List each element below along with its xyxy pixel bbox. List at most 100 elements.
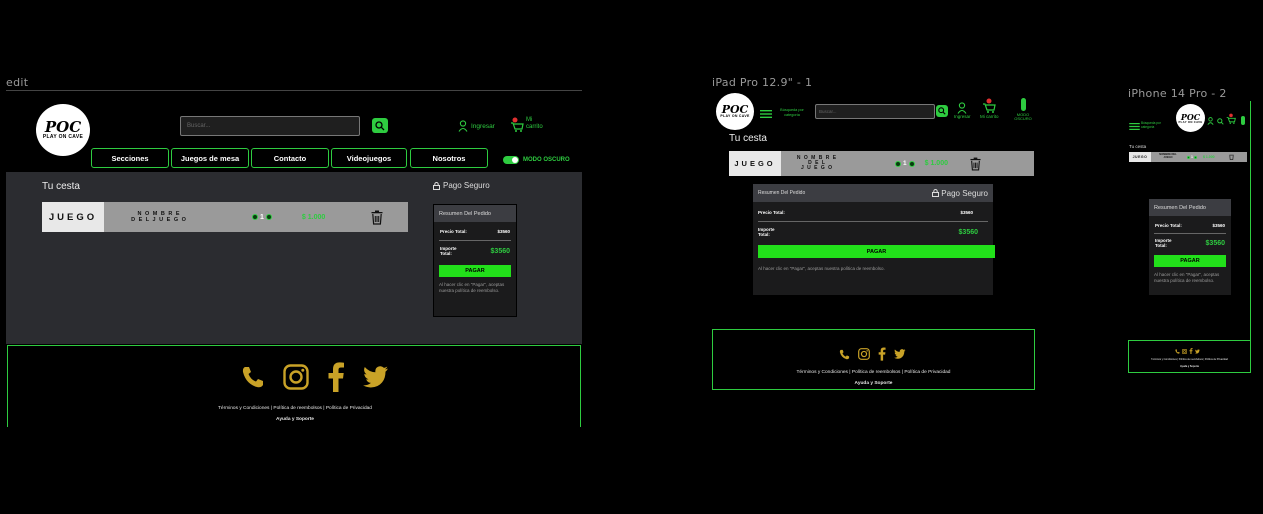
nav-videojuegos[interactable]: Videojuegos xyxy=(331,148,407,168)
nav-secciones[interactable]: Secciones xyxy=(91,148,169,168)
pay-button[interactable]: PAGAR xyxy=(439,265,511,277)
summary-title: Resumen Del Pedido xyxy=(1149,199,1231,216)
trash-icon[interactable] xyxy=(1228,154,1234,160)
summary-note: Al hacer clic en "Pagar", aceptas nuestr… xyxy=(1154,272,1220,284)
cart-title: Tu cesta xyxy=(42,181,80,192)
cart-title: Tu cesta xyxy=(729,133,767,144)
user-icon[interactable] xyxy=(1207,117,1214,125)
item-price: $ 1.000 xyxy=(301,213,326,221)
frame-label-iphone: iPhone 14 Pro - 2 xyxy=(1128,87,1227,100)
help-link[interactable]: Ayuda y Soporte xyxy=(713,381,1034,386)
refund-link[interactable]: Política de reembolsos xyxy=(1179,358,1203,361)
quantity-stepper[interactable]: 1 xyxy=(1187,155,1197,159)
social-icons xyxy=(241,362,389,392)
pay-button[interactable]: PAGAR xyxy=(758,245,995,258)
item-type: JUEGO xyxy=(42,202,104,232)
search-icon[interactable] xyxy=(1217,118,1224,125)
search-button[interactable] xyxy=(936,105,948,117)
cart-title: Tu cesta xyxy=(1129,144,1147,149)
footer-links: Términos y Condiciones | Política de ree… xyxy=(796,370,951,375)
trash-icon[interactable] xyxy=(970,157,981,171)
menu-icon[interactable] xyxy=(760,110,772,118)
nav-juegos-de-mesa[interactable]: Juegos de mesa xyxy=(171,148,249,168)
minus-button[interactable] xyxy=(1187,155,1190,159)
menu-icon[interactable] xyxy=(1129,123,1140,130)
summary-note: Al hacer clic en "Pagar", aceptas nuestr… xyxy=(758,266,885,271)
frame-label-ipad: iPad Pro 12.9" - 1 xyxy=(712,76,813,89)
privacy-link[interactable]: Política de Privacidad xyxy=(1205,358,1228,361)
search-input[interactable]: Buscar... xyxy=(180,116,360,136)
search-icon xyxy=(938,107,946,115)
dark-mode-toggle[interactable] xyxy=(503,156,519,164)
refund-link[interactable]: Política de reembolsos xyxy=(852,370,901,375)
instagram-icon[interactable] xyxy=(1182,348,1187,354)
cart-icon xyxy=(983,98,996,113)
search-button[interactable] xyxy=(372,118,388,133)
terms-link[interactable]: Términos y Condiciones xyxy=(1151,358,1177,361)
cart-link[interactable]: Mi carrito xyxy=(510,117,543,133)
terms-link[interactable]: Términos y Condiciones xyxy=(797,370,848,375)
pay-button[interactable]: PAGAR xyxy=(1154,255,1226,267)
logo[interactable]: POC PLAY ON CAVE xyxy=(716,93,754,130)
logo[interactable]: POC PLAY ON CAVE xyxy=(1176,104,1205,132)
instagram-icon[interactable] xyxy=(283,364,309,390)
item-price: $ 1.000 xyxy=(924,160,948,167)
cart-link[interactable]: Mi carrito xyxy=(980,98,999,119)
secure-payment: Pago Seguro xyxy=(433,181,490,190)
item-name: N O M B R E D E L J U E G O xyxy=(131,210,187,223)
search-by-category[interactable]: Búsqueda por categoría xyxy=(774,108,810,118)
summary-title: Resumen Del Pedido xyxy=(434,205,516,222)
twitter-icon[interactable] xyxy=(363,366,389,388)
cart-icon[interactable] xyxy=(1226,113,1236,125)
nav-nosotros[interactable]: Nosotros xyxy=(410,148,488,168)
social-icons xyxy=(1175,348,1200,354)
trash-icon[interactable] xyxy=(371,210,383,225)
phone-icon[interactable] xyxy=(839,349,850,360)
secure-payment: Pago Seguro xyxy=(932,189,988,198)
quantity-stepper[interactable]: 1 xyxy=(252,214,272,221)
item-price: $ 1.000 xyxy=(1202,155,1215,159)
search-by-category[interactable]: Búsqueda por categoría xyxy=(1141,121,1171,129)
phone-icon[interactable] xyxy=(241,365,265,389)
footer-links: Términos y Condiciones | Política de ree… xyxy=(218,406,372,411)
nav-contacto[interactable]: Contacto xyxy=(251,148,329,168)
item-name: NOMBRE DEL JUEGO xyxy=(1159,153,1177,159)
item-name: N O M B R E D E L J U E G O xyxy=(796,154,838,172)
cart-item-row: JUEGO NOMBRE DEL JUEGO 1 $ 1.000 xyxy=(1129,152,1247,162)
logo[interactable]: POC PLAY ON CAVE xyxy=(36,104,90,156)
phone-icon[interactable] xyxy=(1175,348,1180,354)
social-icons xyxy=(839,347,906,361)
twitter-icon[interactable] xyxy=(1195,348,1200,354)
cart-icon xyxy=(511,117,524,132)
login-link[interactable]: Ingresar xyxy=(458,120,495,132)
facebook-icon[interactable] xyxy=(1189,348,1193,354)
search-input[interactable]: Buscar... xyxy=(815,104,935,119)
footer: Términos y Condiciones | Política de ree… xyxy=(712,329,1035,390)
privacy-link[interactable]: Política de Privacidad xyxy=(326,406,372,411)
frame-border xyxy=(1250,101,1251,371)
login-link[interactable]: Ingresar xyxy=(954,102,971,119)
help-link[interactable]: Ayuda y Soporte xyxy=(8,417,582,422)
minus-button[interactable] xyxy=(895,160,901,167)
minus-button[interactable] xyxy=(252,214,258,220)
twitter-icon[interactable] xyxy=(894,349,906,359)
plus-button[interactable] xyxy=(265,214,272,220)
dark-mode-toggle[interactable] xyxy=(1241,116,1245,125)
plus-button[interactable] xyxy=(908,160,915,167)
privacy-link[interactable]: Política de Privacidad xyxy=(904,370,950,375)
search-icon xyxy=(375,120,385,130)
dark-mode-toggle[interactable]: MODO OSCURO xyxy=(1012,98,1034,122)
facebook-icon[interactable] xyxy=(878,347,886,361)
facebook-icon[interactable] xyxy=(327,362,345,392)
terms-link[interactable]: Términos y Condiciones xyxy=(218,406,269,411)
refund-link[interactable]: Política de reembolsos xyxy=(273,406,322,411)
footer: Términos y Condiciones | Política de ree… xyxy=(7,345,581,427)
toggle-switch[interactable] xyxy=(1020,98,1026,111)
quantity-stepper[interactable]: 1 xyxy=(895,160,915,167)
user-icon xyxy=(458,120,468,132)
cart-item-row: JUEGO N O M B R E D E L J U E G O 1 $ 1.… xyxy=(729,151,1034,176)
help-link[interactable]: Ayuda y Soporte xyxy=(1129,365,1250,368)
instagram-icon[interactable] xyxy=(858,348,870,360)
summary-note: Al hacer clic en "Pagar", aceptas nuestr… xyxy=(439,282,505,294)
plus-button[interactable] xyxy=(1193,155,1197,159)
